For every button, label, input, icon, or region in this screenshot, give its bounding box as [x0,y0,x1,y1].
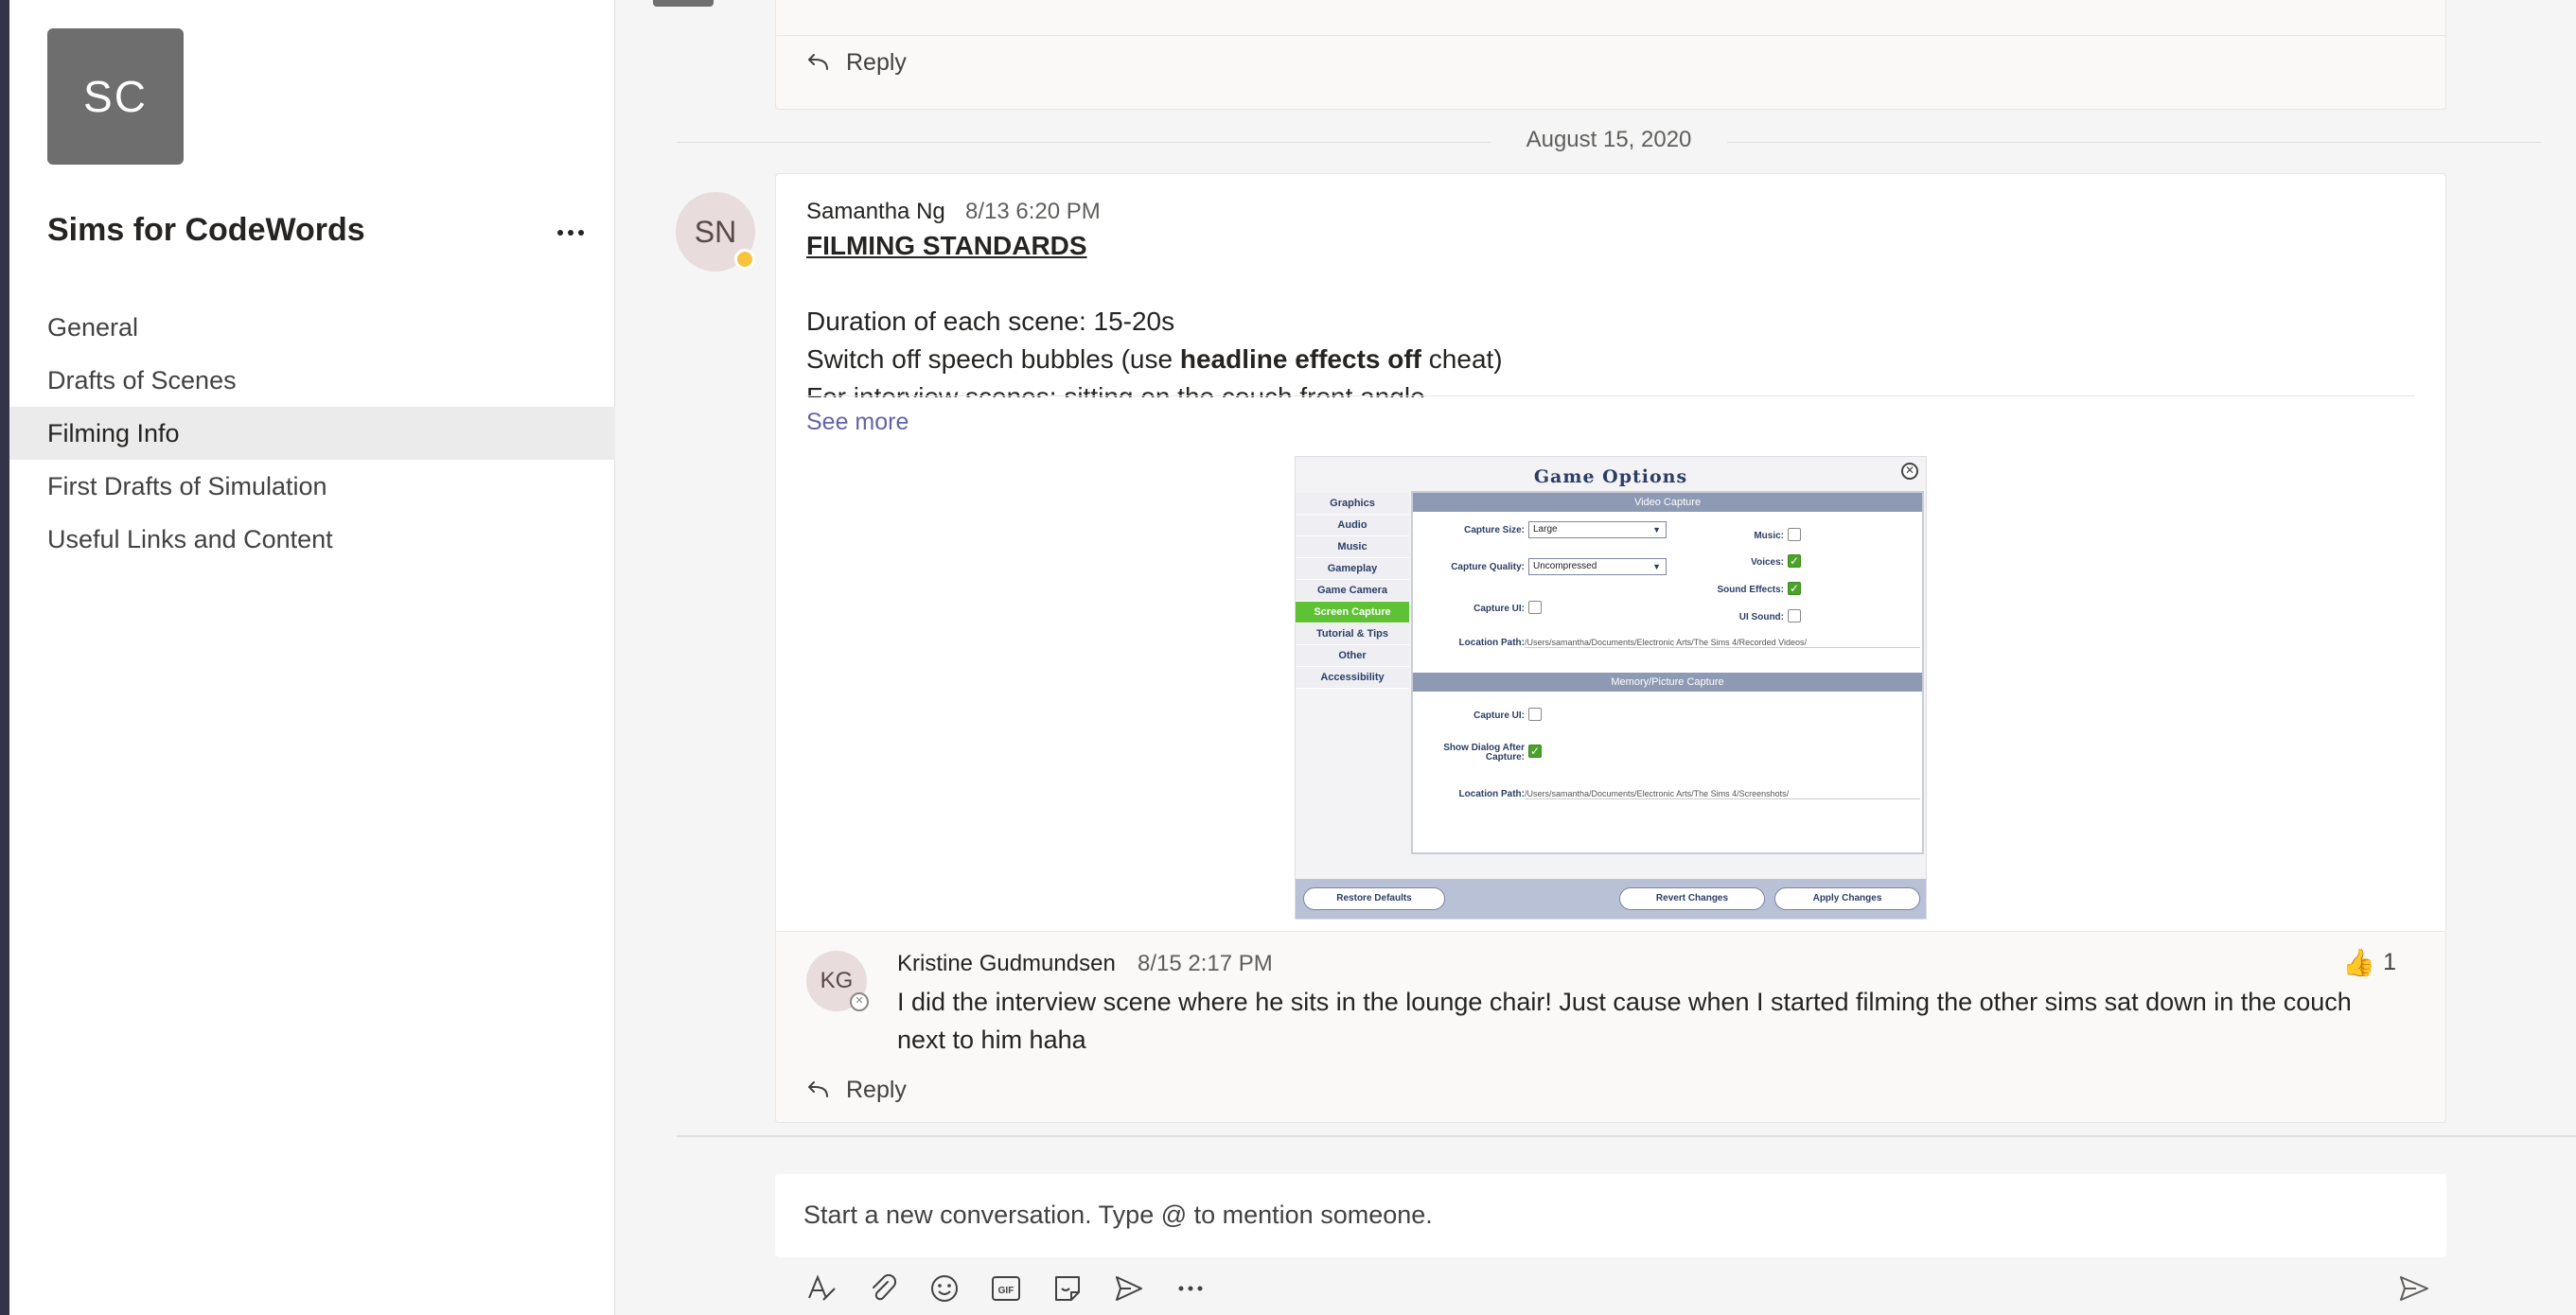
memory-capture-header: Memory/Picture Capture [1413,673,1922,692]
more-dot-icon [578,230,584,236]
checkbox-icon [1528,708,1542,721]
send-later-icon [1116,1276,1142,1301]
channel-filming-info[interactable]: Filming Info [9,407,615,460]
message-title: FILMING STANDARDS [806,231,1087,260]
gif-button[interactable]: GIF [985,1268,1027,1309]
menu-item: Game Camera [1296,580,1409,602]
menu-item: Tutorial & Tips [1296,623,1409,645]
previous-thread-reply-button[interactable]: Reply [804,48,907,77]
game-options-title: Game Options [1533,466,1688,487]
channel-list: General Drafts of Scenes Filming Info Fi… [9,301,615,566]
checkbox-checked-icon [1788,554,1801,568]
more-dot-icon [568,230,573,236]
gif-icon: GIF [992,1276,1020,1301]
attach-button[interactable] [862,1268,904,1309]
checkbox-icon [1788,609,1801,622]
message-line: Switch off speech bubbles (use headline … [806,344,1503,374]
channel-first-drafts-of-simulation[interactable]: First Drafts of Simulation [9,460,615,513]
team-sidebar: SC Sims for CodeWords General Drafts of … [9,0,615,1315]
more-dot-icon [557,230,563,236]
top-partial-element [653,0,714,7]
reply-label: Reply [846,1076,907,1103]
reply-label: Reply [846,48,907,76]
menu-item: Accessibility [1296,667,1409,689]
like-reaction[interactable]: 👍 1 [2342,947,2396,978]
team-more-options-button[interactable] [547,214,594,252]
reply-section: KG ✕ Kristine Gudmundsen 8/15 2:17 PM I … [776,931,2445,1122]
svg-text:GIF: GIF [998,1286,1015,1296]
new-conversation-input[interactable] [775,1174,2446,1255]
send-button[interactable] [2391,1268,2437,1309]
game-options-screenshot[interactable]: Game Options ✕ Graphics Audio Music Game… [1295,456,1927,920]
capture-size-select: Large [1528,521,1667,538]
menu-item: Audio [1296,515,1409,536]
game-options-menu: Graphics Audio Music Gameplay Game Camer… [1296,493,1409,689]
previous-thread-card: Reply [775,0,2446,110]
reply-arrow-icon [808,1081,828,1097]
date-label: August 15, 2020 [1505,127,1713,152]
game-options-panel: Video Capture Capture Size: Large Captur… [1411,491,1924,854]
revert-changes-button: Revert Changes [1619,887,1765,910]
checkbox-icon [1788,528,1801,541]
away-status-icon [734,249,755,270]
more-options-button[interactable] [1170,1268,1211,1309]
reply-author[interactable]: Kristine Gudmundsen [897,951,1116,977]
meet-now-button[interactable] [1108,1268,1150,1309]
see-more-link[interactable]: See more [806,409,909,436]
game-options-footer: Restore Defaults Revert Changes Apply Ch… [1296,879,1926,919]
capture-quality-select: Uncompressed [1528,558,1667,575]
thread-reply-button[interactable]: Reply [804,1076,907,1104]
offline-status-icon: ✕ [850,992,869,1011]
menu-item: Graphics [1296,493,1409,515]
emoji-button[interactable] [924,1268,965,1309]
message-card: Samantha Ng 8/13 6:20 PM FILMING STANDAR… [775,173,2446,1123]
restore-defaults-button: Restore Defaults [1303,887,1445,910]
close-icon: ✕ [1901,463,1918,480]
thumbs-up-icon: 👍 [2342,948,2376,977]
date-divider: August 15, 2020 [677,127,2541,159]
menu-item-selected: Screen Capture [1296,602,1409,623]
channel-general[interactable]: General [9,301,615,354]
reply-timestamp: 8/15 2:17 PM [1138,951,1273,976]
paperclip-icon [873,1273,897,1301]
channel-drafts-of-scenes[interactable]: Drafts of Scenes [9,354,615,407]
reply-text: I did the interview scene where he sits … [897,988,2352,1054]
sticker-icon [1055,1276,1080,1301]
reply-arrow-icon [808,54,828,70]
message-timestamp: 8/13 6:20 PM [965,199,1101,224]
apply-changes-button: Apply Changes [1774,887,1920,910]
menu-item: Gameplay [1296,558,1409,580]
menu-item: Music [1296,536,1409,558]
ellipsis-icon [1178,1286,1203,1291]
message-line: Duration of each scene: 15-20s [806,307,1175,336]
channel-useful-links-and-content[interactable]: Useful Links and Content [9,513,615,566]
message-author[interactable]: Samantha Ng [806,199,945,225]
compose-toolbar: GIF [801,1268,1211,1309]
emoji-icon [931,1275,958,1302]
send-icon [2400,1276,2428,1301]
checkbox-checked-icon [1528,745,1542,758]
video-capture-header: Video Capture [1413,493,1922,512]
checkbox-icon [1528,601,1542,614]
format-icon [808,1274,836,1301]
app-rail [0,0,9,1315]
format-button[interactable] [801,1268,842,1309]
reaction-count: 1 [2383,949,2396,975]
team-name: Sims for CodeWords [47,212,365,248]
menu-item: Other [1296,645,1409,667]
team-avatar: SC [47,28,184,165]
sticker-button[interactable] [1047,1268,1088,1309]
checkbox-checked-icon [1788,582,1801,595]
compose-box[interactable] [775,1174,2446,1257]
